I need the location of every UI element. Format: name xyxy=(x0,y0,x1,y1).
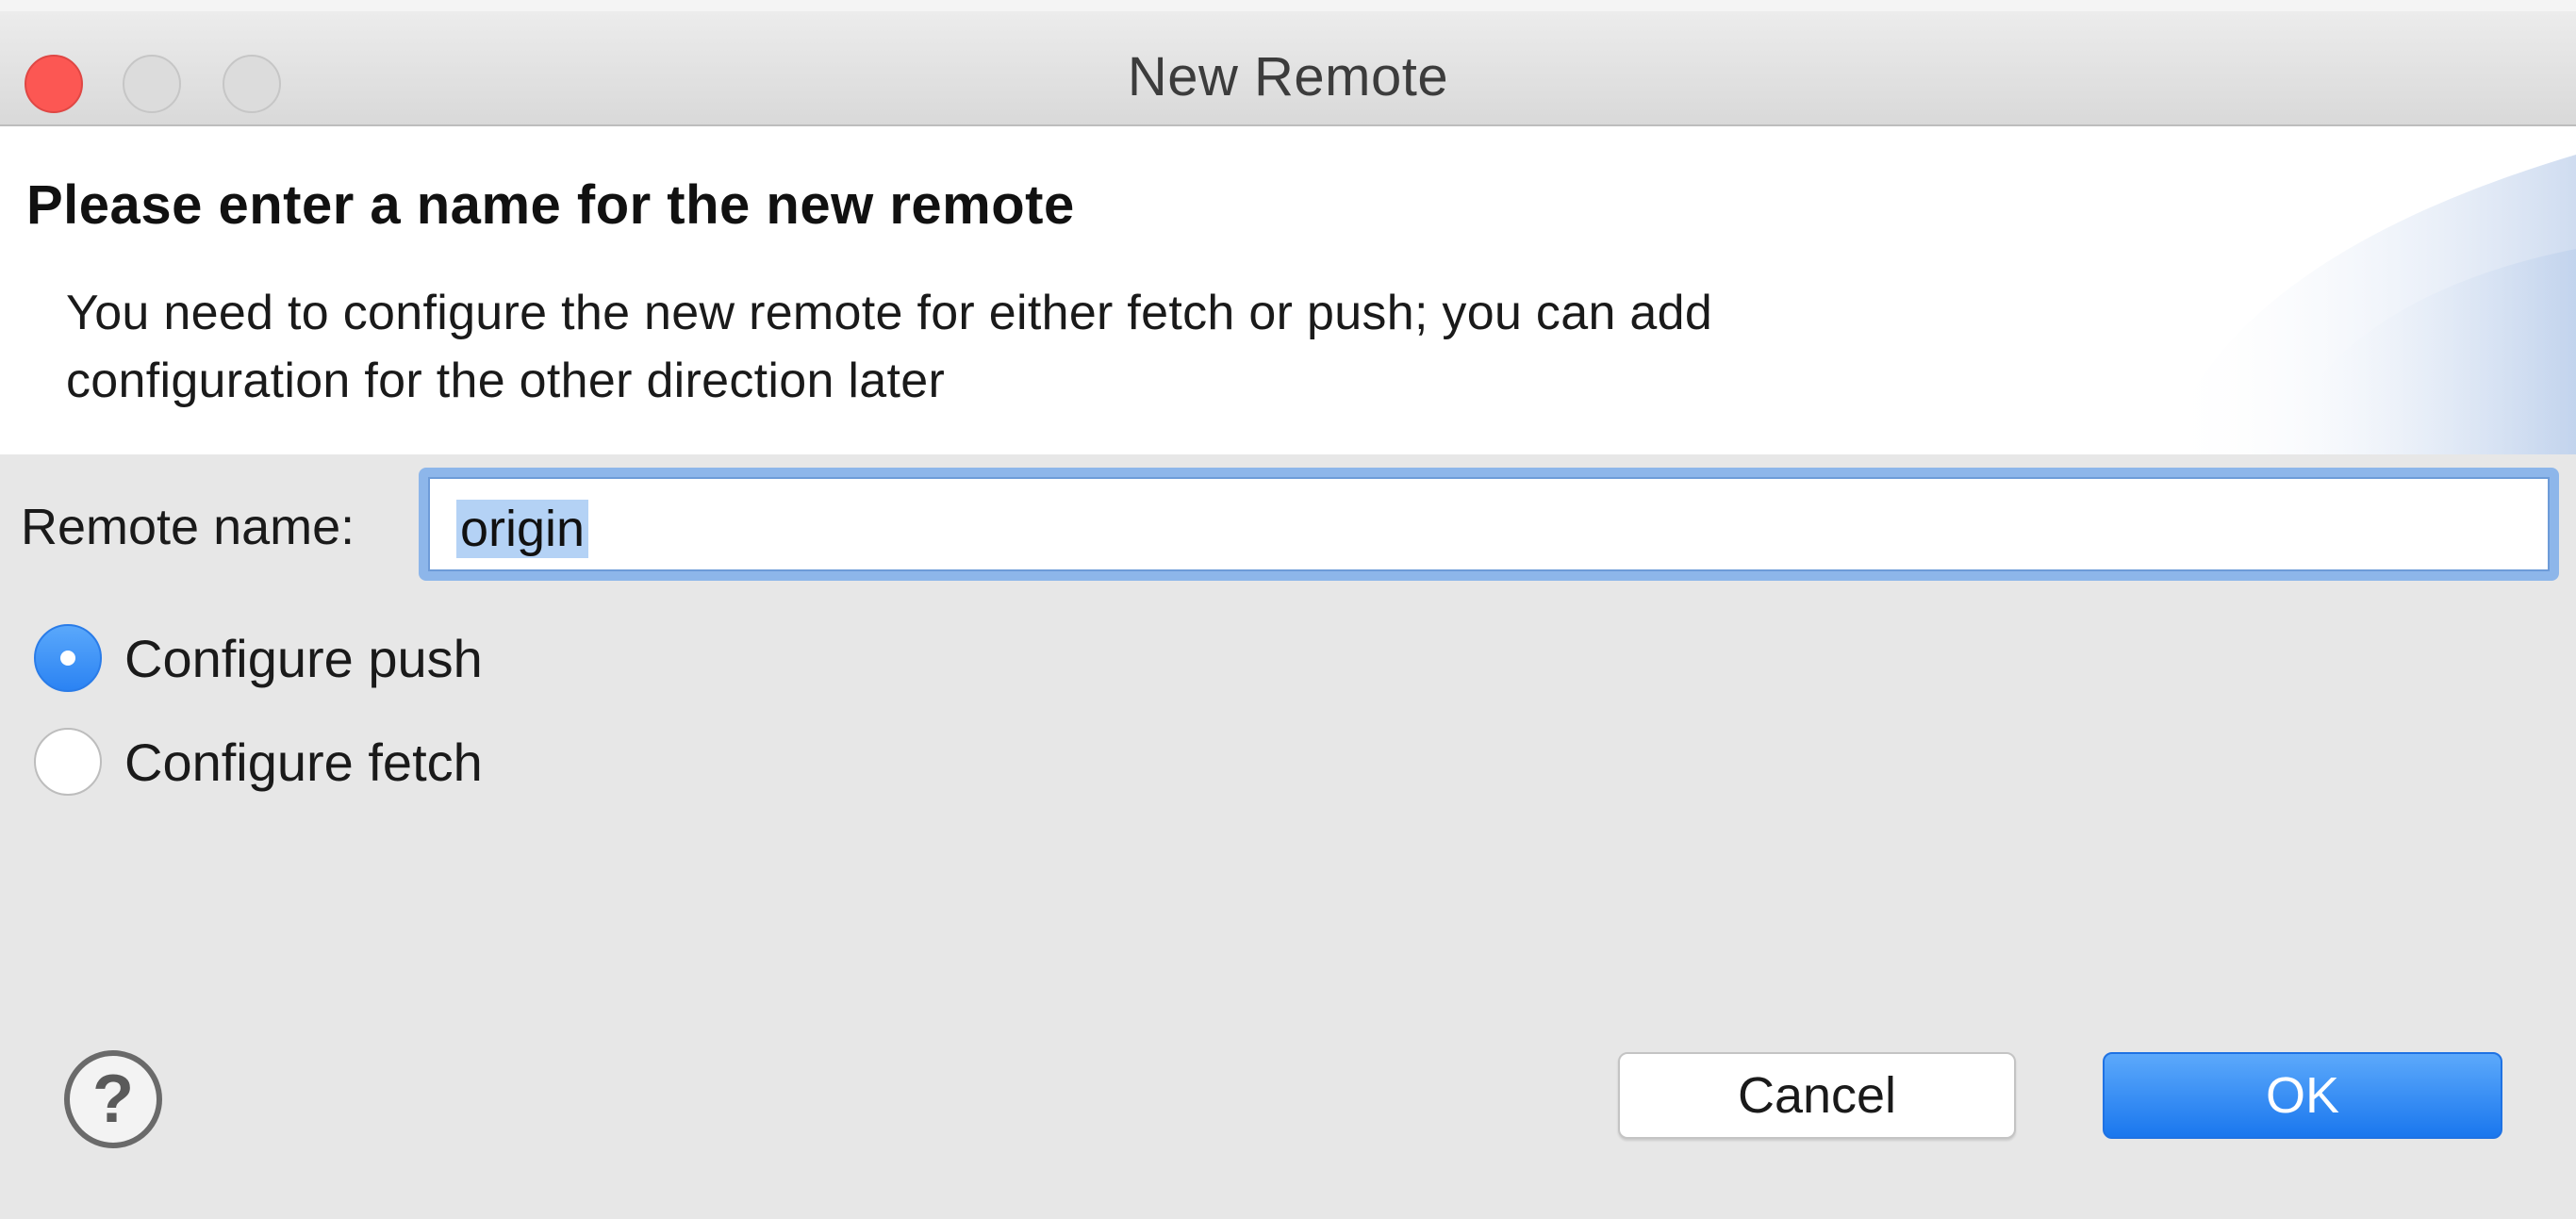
banner-decoration-icon xyxy=(2161,155,2576,454)
remote-name-label: Remote name: xyxy=(21,499,355,555)
window-title: New Remote xyxy=(1127,46,1449,107)
description-line-1: You need to configure the new remote for… xyxy=(66,286,1713,340)
new-remote-dialog: New Remote Please enter a name for the n… xyxy=(0,0,2576,1219)
remote-name-input[interactable]: origin xyxy=(419,468,2559,581)
description-line-2: configuration for the other direction la… xyxy=(66,354,946,408)
ok-button[interactable]: OK xyxy=(2103,1052,2502,1139)
help-icon[interactable]: ? xyxy=(64,1050,162,1148)
remote-name-value[interactable]: origin xyxy=(456,500,589,558)
configure-push-radio[interactable] xyxy=(34,624,102,692)
header-banner: Please enter a name for the new remote Y… xyxy=(0,126,2576,454)
cancel-button[interactable]: Cancel xyxy=(1618,1052,2016,1139)
configure-push-label[interactable]: Configure push xyxy=(124,628,483,689)
remote-name-input-box[interactable]: origin xyxy=(428,477,2550,571)
dialog-heading: Please enter a name for the new remote xyxy=(26,174,1075,236)
dialog-description: You need to configure the new remote for… xyxy=(66,279,2046,415)
configure-fetch-label[interactable]: Configure fetch xyxy=(124,732,483,793)
title-bar: New Remote xyxy=(0,0,2576,126)
configure-fetch-radio[interactable] xyxy=(34,728,102,796)
